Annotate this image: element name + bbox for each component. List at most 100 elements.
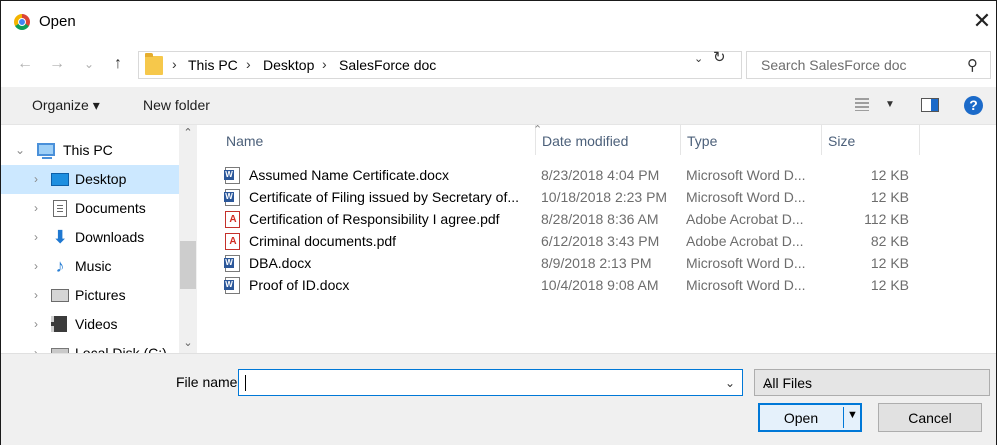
file-type-select[interactable]: All Files ⌄ [754, 369, 990, 396]
close-button[interactable]: ✕ [966, 6, 997, 38]
pictures-icon [51, 289, 69, 302]
breadcrumb-separator[interactable]: › [246, 56, 251, 72]
documents-icon [53, 200, 67, 217]
file-size: 12 KB [870, 255, 909, 271]
open-button-label: Open [783, 410, 819, 426]
pdf-document-icon [225, 211, 240, 228]
nav-label: This PC [63, 142, 113, 158]
open-options-arrow-icon[interactable]: ▼ [847, 409, 858, 421]
file-type: Microsoft Word D... [686, 255, 806, 271]
word-document-icon [224, 277, 240, 294]
back-button[interactable]: ← [15, 53, 35, 75]
nav-label: Videos [75, 316, 118, 332]
command-toolbar: Organize ▾ New folder ▼ ? [1, 87, 996, 125]
window-title: Open [39, 13, 76, 30]
chevron-right-icon[interactable]: › [34, 288, 38, 302]
new-folder-button[interactable]: New folder [143, 97, 210, 113]
nav-label: Documents [75, 200, 146, 216]
file-name: Assumed Name Certificate.docx [249, 167, 449, 183]
chevron-down-icon[interactable]: ⌄ [725, 376, 735, 390]
text-caret [245, 375, 246, 391]
view-options-icon[interactable] [855, 98, 869, 111]
nav-item-local-disk[interactable]: › Local Disk (C:) [1, 339, 179, 353]
file-row[interactable]: Proof of ID.docx 10/4/2018 9:08 AM Micro… [220, 275, 920, 297]
file-type: Microsoft Word D... [686, 277, 806, 293]
split-divider [843, 407, 844, 428]
file-row[interactable]: Criminal documents.pdf 6/12/2018 3:43 PM… [220, 231, 920, 253]
preview-pane-icon[interactable] [921, 98, 939, 112]
open-file-dialog: Open ✕ ← → ⌄ ↑ › This PC › Desktop › Sal… [0, 0, 997, 445]
breadcrumb-salesforce-doc[interactable]: SalesForce doc [339, 57, 436, 73]
nav-item-documents[interactable]: › Documents [1, 194, 179, 223]
view-dropdown-icon[interactable]: ▼ [885, 99, 895, 110]
column-label: Date modified [542, 133, 629, 149]
scroll-down-icon[interactable]: ⌄ [179, 335, 197, 352]
column-label: Name [226, 133, 264, 149]
file-date: 8/9/2018 2:13 PM [541, 255, 652, 271]
file-row[interactable]: Certification of Responsibility I agree.… [220, 209, 920, 231]
breadcrumb-desktop[interactable]: Desktop [263, 57, 314, 73]
chevron-down-icon[interactable]: ⌄ [763, 375, 775, 392]
search-placeholder: Search SalesForce doc [761, 57, 907, 73]
file-date: 6/12/2018 3:43 PM [541, 233, 660, 249]
search-input[interactable]: Search SalesForce doc ⚲ [746, 51, 991, 79]
file-type: Adobe Acrobat D... [686, 211, 804, 227]
chevron-right-icon[interactable]: › [34, 346, 38, 353]
search-icon[interactable]: ⚲ [967, 56, 978, 74]
folder-icon [145, 53, 163, 75]
nav-item-downloads[interactable]: › ⬇ Downloads [1, 223, 179, 252]
breadcrumb-this-pc[interactable]: This PC [188, 57, 238, 73]
address-dropdown-icon[interactable]: ⌄ [694, 52, 703, 65]
file-row[interactable]: DBA.docx 8/9/2018 2:13 PM Microsoft Word… [220, 253, 920, 275]
file-size: 82 KB [870, 233, 909, 249]
word-document-icon [224, 255, 240, 272]
file-row[interactable]: Certificate of Filing issued by Secretar… [220, 187, 920, 209]
column-header-size[interactable]: Size [822, 125, 920, 155]
chevron-right-icon[interactable]: › [34, 172, 38, 186]
up-button[interactable]: ↑ [108, 53, 128, 75]
address-bar[interactable]: › This PC › Desktop › SalesForce doc [138, 51, 742, 79]
pdf-document-icon [225, 233, 240, 250]
file-type: Adobe Acrobat D... [686, 233, 804, 249]
nav-scrollbar[interactable]: ⌃ ⌄ [179, 125, 197, 353]
chevron-right-icon[interactable]: › [34, 230, 38, 244]
file-name: Certification of Responsibility I agree.… [249, 211, 500, 227]
file-size: 12 KB [870, 277, 909, 293]
recent-locations-button[interactable]: ⌄ [79, 53, 99, 75]
computer-icon [37, 143, 55, 159]
cancel-button[interactable]: Cancel [878, 403, 982, 432]
nav-label: Desktop [75, 171, 127, 187]
file-row[interactable]: Assumed Name Certificate.docx 8/23/2018 … [220, 165, 920, 187]
address-row: ← → ⌄ ↑ › This PC › Desktop › SalesForce… [1, 43, 996, 87]
nav-item-desktop[interactable]: › Desktop [1, 165, 179, 194]
chevron-right-icon[interactable]: › [34, 317, 38, 331]
breadcrumb-separator[interactable]: › [172, 56, 177, 72]
refresh-icon[interactable]: ↻ [713, 48, 726, 66]
nav-item-this-pc[interactable]: ⌄ This PC [1, 136, 179, 165]
chevron-right-icon[interactable]: › [34, 259, 38, 273]
nav-item-pictures[interactable]: › Pictures [1, 281, 179, 310]
file-size: 12 KB [870, 189, 909, 205]
nav-label: Local Disk (C:) [75, 345, 167, 353]
breadcrumb-separator[interactable]: › [322, 56, 327, 72]
scroll-up-icon[interactable]: ⌃ [179, 125, 197, 142]
open-button[interactable]: Open ▼ [758, 403, 862, 432]
word-document-icon [224, 167, 240, 184]
file-name-field[interactable]: ⌄ [238, 369, 743, 396]
word-document-icon [224, 189, 240, 206]
column-header-type[interactable]: Type [681, 125, 822, 155]
chevron-down-icon[interactable]: ⌄ [15, 143, 25, 157]
nav-item-videos[interactable]: › Videos [1, 310, 179, 339]
chevron-right-icon[interactable]: › [34, 201, 38, 215]
column-header-date-modified[interactable]: Date modified [536, 125, 681, 155]
nav-item-music[interactable]: › ♪ Music [1, 252, 179, 281]
cancel-button-label: Cancel [908, 410, 952, 426]
file-list: Name ⌃ Date modified Type Size Assumed N… [198, 124, 996, 353]
help-icon[interactable]: ? [964, 96, 983, 115]
nav-label: Downloads [75, 229, 145, 245]
forward-button[interactable]: → [47, 53, 67, 75]
chrome-icon [14, 14, 30, 30]
column-header-name[interactable]: Name [220, 125, 536, 155]
organize-button[interactable]: Organize ▾ [32, 97, 100, 114]
scrollbar-thumb[interactable] [180, 241, 196, 289]
